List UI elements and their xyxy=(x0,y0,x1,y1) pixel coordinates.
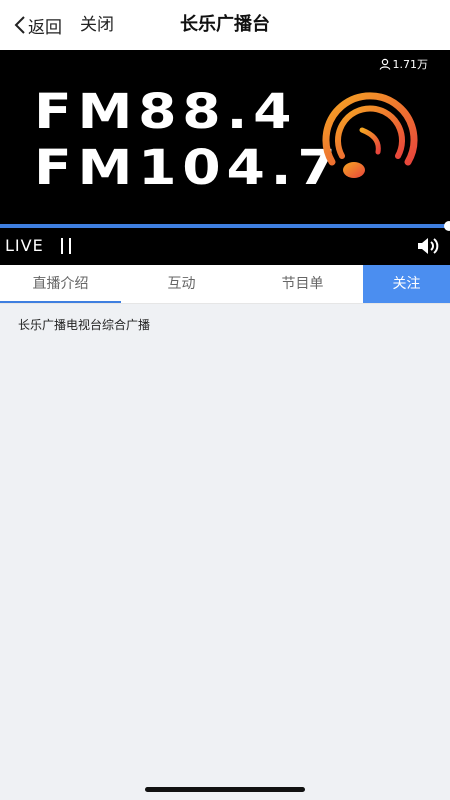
banner-frequency-2: FM104.7 xyxy=(34,140,342,196)
back-button[interactable]: 返回 xyxy=(14,13,62,38)
tab-live-intro[interactable]: 直播介绍 xyxy=(0,265,121,303)
home-indicator[interactable] xyxy=(145,787,305,792)
progress-handle[interactable] xyxy=(444,221,450,231)
tab-label: 互动 xyxy=(167,276,196,292)
intro-content: 长乐广播电视台综合广播 xyxy=(0,304,450,800)
listener-count: 1.71万 xyxy=(379,56,429,72)
tab-interaction[interactable]: 互动 xyxy=(121,265,242,303)
nav-bar: 返回 关闭 长乐广播台 xyxy=(0,0,450,50)
pause-icon-bar-right xyxy=(69,238,71,254)
radio-music-note-icon xyxy=(322,92,418,178)
tab-schedule[interactable]: 节目单 xyxy=(242,265,363,303)
tab-label: 直播介绍 xyxy=(32,276,89,292)
listener-count-text: 1.71万 xyxy=(392,58,429,71)
pause-button[interactable] xyxy=(60,238,74,254)
active-tab-indicator xyxy=(0,301,121,303)
back-label: 返回 xyxy=(28,17,62,38)
page-title: 长乐广播台 xyxy=(180,14,270,35)
app-screen: 返回 关闭 长乐广播台 1.71万 FM88.4 FM104.7 LIVE 直播… xyxy=(0,0,450,800)
chevron-left-icon xyxy=(14,16,25,34)
station-description: 长乐广播电视台综合广播 xyxy=(18,318,151,332)
volume-icon[interactable] xyxy=(416,236,440,256)
user-icon xyxy=(379,58,390,70)
radio-player: 1.71万 FM88.4 FM104.7 LIVE xyxy=(0,50,450,265)
follow-button[interactable]: 关注 xyxy=(363,265,450,303)
live-indicator: LIVE xyxy=(5,236,44,255)
pause-icon-bar-left xyxy=(61,238,63,254)
playback-progress-bar[interactable] xyxy=(0,224,450,228)
banner-frequency-1: FM88.4 xyxy=(34,84,298,140)
tab-label: 节目单 xyxy=(281,276,324,292)
close-button[interactable]: 关闭 xyxy=(80,13,114,37)
